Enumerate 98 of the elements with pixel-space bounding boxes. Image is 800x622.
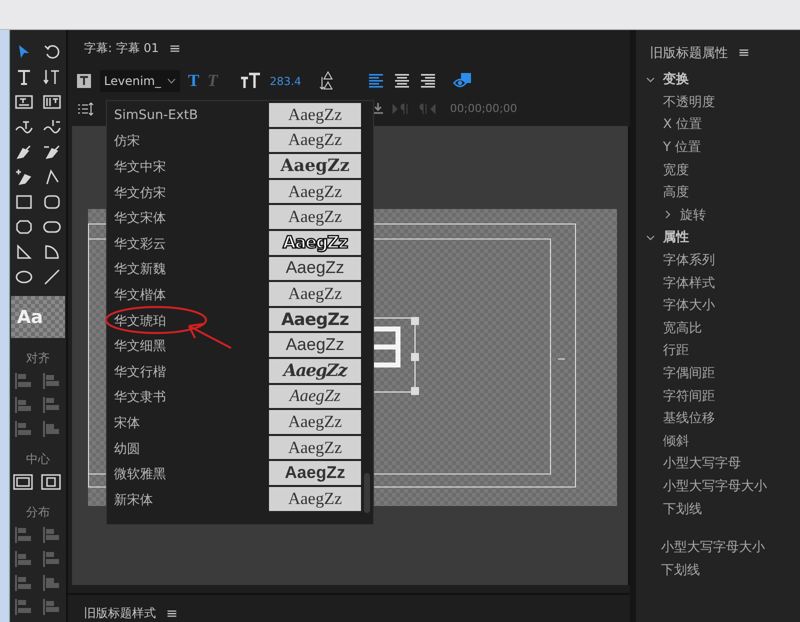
font-option[interactable]: 华文中宋 <box>107 154 269 180</box>
text-tool-icon <box>15 68 33 86</box>
font-preview[interactable]: AaegZz <box>269 333 361 359</box>
paragraph-right-icon <box>392 102 410 115</box>
wedge-icon <box>15 242 33 260</box>
font-option[interactable]: 华文细黑 <box>107 333 269 359</box>
property-label: X 位置 <box>663 116 702 134</box>
font-preview[interactable]: AaegZz <box>269 410 361 436</box>
center-align-icon[interactable] <box>12 472 34 492</box>
property-label: 不透明度 <box>663 94 715 111</box>
property-label: 高度 <box>663 184 689 202</box>
font-preview[interactable]: AaegZz <box>269 128 361 154</box>
font-preview[interactable]: AaegZz <box>269 461 361 487</box>
font-option[interactable]: 微软雅黑 <box>107 461 269 487</box>
font-option[interactable]: 华文宋体 <box>107 205 269 231</box>
group-heading[interactable]: 属性 <box>663 228 689 246</box>
center-align-icon[interactable] <box>40 472 62 492</box>
rounded-rectangle-icon <box>43 192 61 210</box>
font-preview[interactable]: AaegZz <box>269 384 361 410</box>
property-label: 倾斜 <box>663 432 689 450</box>
title-type-icon[interactable] <box>76 73 92 90</box>
property-label: 字体样式 <box>663 274 715 292</box>
vertical-text-icon <box>43 68 61 86</box>
font-option[interactable]: 华文彩云 <box>107 230 269 257</box>
font-preview[interactable]: AaegZz <box>269 180 361 206</box>
chevron-icon[interactable] <box>646 74 655 84</box>
font-preview[interactable]: AaegZz <box>269 103 361 129</box>
property-label: 基线位移 <box>663 410 715 428</box>
font-option[interactable]: 仿宋 <box>107 128 269 154</box>
style-swatch[interactable]: Aa <box>11 296 65 338</box>
property-label: 字符间距 <box>663 388 715 405</box>
font-option[interactable]: 华文隶书 <box>107 384 269 410</box>
panel-menu[interactable]: ≡ <box>166 606 178 622</box>
property-label: 下划线 <box>661 562 700 579</box>
vertical-area-text-icon <box>43 92 61 110</box>
font-preview[interactable]: AaegZz <box>269 308 361 334</box>
property-label: 小型大写字母 <box>663 455 741 472</box>
property-label: 字体系列 <box>663 252 715 270</box>
paragraph-left-icon <box>418 102 436 115</box>
font-option[interactable]: SimSun-ExtB <box>107 103 269 129</box>
section-label: 对齐 <box>26 350 50 367</box>
panel-title: 字幕: 字幕 01 <box>84 40 159 58</box>
property-label: 字体大小 <box>663 297 715 314</box>
font-option[interactable]: 宋体 <box>107 410 269 436</box>
vertical-path-text-icon <box>43 118 61 136</box>
text-align-button[interactable] <box>393 73 412 90</box>
timecode: 00;00;00;00 <box>450 102 518 116</box>
baseline-icon <box>372 102 384 116</box>
rectangle-icon <box>15 192 33 210</box>
panel-menu[interactable]: ≡ <box>738 45 750 61</box>
panel-menu[interactable]: ≡ <box>168 40 181 57</box>
font-option[interactable]: 华文楷体 <box>107 282 269 308</box>
font-preview[interactable]: AaegZz <box>269 256 361 282</box>
font-size-icon <box>240 72 262 90</box>
font-preview[interactable]: AaegZz <box>269 282 361 308</box>
panel-title: 旧版标题属性 <box>650 45 728 62</box>
text-align-button[interactable] <box>419 73 438 90</box>
pen-icon <box>15 142 33 160</box>
font-preview[interactable]: AaegZz <box>269 205 361 231</box>
font-preview[interactable]: AaegZz <box>269 436 361 462</box>
property-label: 旋转 <box>680 206 706 224</box>
text-align-button[interactable] <box>367 73 386 90</box>
property-label: Y 位置 <box>663 139 702 156</box>
font-size-value[interactable]: 283.4 <box>270 74 302 88</box>
font-option[interactable]: 新宋体 <box>107 486 269 512</box>
tab-stops-icon[interactable] <box>76 100 94 117</box>
bold-button[interactable]: T <box>188 71 200 92</box>
chevron-icon[interactable] <box>646 232 655 242</box>
panel-title: 旧版标题样式 <box>84 605 156 622</box>
arc-icon <box>43 242 61 260</box>
property-label: 宽度 <box>663 162 689 179</box>
show-video-button[interactable] <box>453 72 474 90</box>
section-label: 中心 <box>26 451 50 468</box>
group-heading[interactable]: 变换 <box>663 70 689 88</box>
property-label: 宽高比 <box>663 320 702 337</box>
font-option[interactable]: 华文新魏 <box>107 256 269 282</box>
line-icon <box>43 268 61 286</box>
add-anchor-pen-icon <box>15 168 33 186</box>
property-label: 小型大写字母大小 <box>663 478 767 495</box>
chevron-icon[interactable] <box>663 210 672 220</box>
rotate-icon <box>43 42 61 60</box>
property-label: 小型大写字母大小 <box>661 539 765 556</box>
section-label: 分布 <box>26 504 50 521</box>
font-option[interactable]: 华文仿宋 <box>107 180 269 206</box>
area-text-icon <box>15 92 33 110</box>
property-label: 下划线 <box>663 500 702 518</box>
caret-icon <box>167 78 176 84</box>
delete-anchor-pen-icon <box>43 142 61 160</box>
font-option[interactable]: 华文行楷 <box>107 358 269 385</box>
font-preview[interactable]: AaegZz <box>269 154 361 180</box>
font-preview[interactable]: AaegZz <box>269 486 361 512</box>
scrollbar-thumb[interactable] <box>364 473 370 513</box>
property-label: 行距 <box>663 342 689 360</box>
font-family-dropdown[interactable]: Levenim_ <box>100 70 180 92</box>
font-option[interactable]: 华文琥珀 <box>107 308 269 334</box>
font-preview[interactable]: AaegZz <box>269 358 361 385</box>
font-option[interactable]: 幼圆 <box>107 436 269 462</box>
property-label: 字偶间距 <box>663 365 715 382</box>
